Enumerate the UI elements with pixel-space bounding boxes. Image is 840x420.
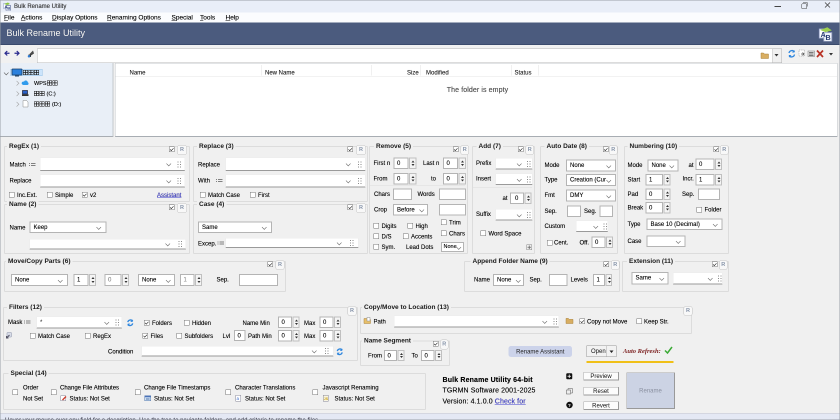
svg-text:JS: JS — [324, 397, 329, 401]
svg-text:B: B — [826, 34, 831, 41]
svg-text:B: B — [7, 6, 10, 11]
svg-text:?: ? — [568, 403, 571, 408]
